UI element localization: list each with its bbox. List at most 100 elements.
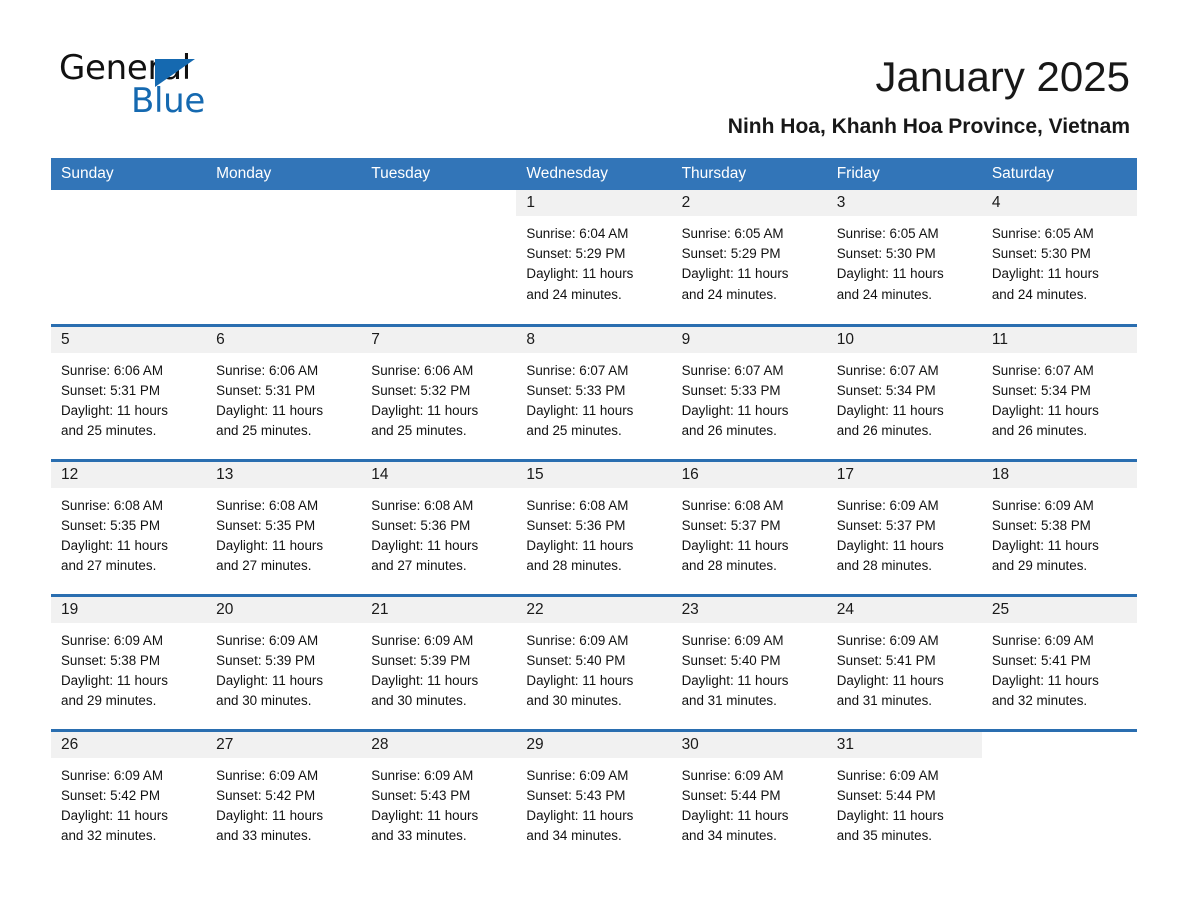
calendar-day-cell[interactable]: 21 Sunrise: 6:09 AM Sunset: 5:39 PM Dayligh…: [361, 593, 517, 730]
calendar-day-cell[interactable]: [51, 190, 206, 325]
calendar-day-cell[interactable]: [361, 190, 516, 325]
day-number: 5: [51, 326, 207, 353]
day-sun-info: Sunrise: 6:06 AM Sunset: 5:32 PM Daylight:…: [361, 353, 516, 442]
day-info-sunrise: Sunrise: 6:09 AM: [216, 767, 319, 783]
calendar-day-cell[interactable]: 10 Sunrise: 6:07 AM Sunset: 5:34 PM Dayligh…: [826, 323, 982, 460]
day-info-daylight-line2: and 34 minutes.: [526, 828, 622, 844]
day-cell-content: 15 Sunrise: 6:08 AM Sunset: 5:36 PM Dayligh…: [516, 461, 672, 594]
day-sun-info: Sunrise: 6:08 AM Sunset: 5:36 PM Daylight:…: [361, 488, 516, 577]
day-info-daylight-line2: and 28 minutes.: [681, 558, 777, 574]
calendar-day-cell[interactable]: 3 Sunrise: 6:05 AM Sunset: 5:30 PM Daylight…: [826, 190, 982, 325]
calendar-day-cell[interactable]: 30 Sunrise: 6:09 AM Sunset: 5:44 PM Dayligh…: [671, 728, 827, 865]
calendar-day-cell[interactable]: 22 Sunrise: 6:09 AM Sunset: 5:40 PM Dayligh…: [516, 593, 672, 730]
calendar-day-cell[interactable]: 11 Sunrise: 6:07 AM Sunset: 5:34 PM Dayligh…: [981, 323, 1137, 460]
day-sun-info: Sunrise: 6:07 AM Sunset: 5:33 PM Daylight:…: [516, 353, 671, 442]
calendar-day-cell[interactable]: 14 Sunrise: 6:08 AM Sunset: 5:36 PM Dayligh…: [361, 458, 517, 595]
calendar-day-cell[interactable]: 5 Sunrise: 6:06 AM Sunset: 5:31 PM Daylight…: [51, 323, 207, 460]
weekday-header-friday: Friday: [826, 158, 982, 190]
day-number: 21: [361, 596, 517, 623]
day-info-sunrise: Sunrise: 6:09 AM: [526, 632, 629, 648]
day-info-sunrise: Sunrise: 6:09 AM: [216, 632, 319, 648]
day-info-sunrise: Sunrise: 6:09 AM: [681, 632, 784, 648]
calendar-day-cell[interactable]: 9 Sunrise: 6:07 AM Sunset: 5:33 PM Daylight…: [671, 323, 827, 460]
day-info-sunrise: Sunrise: 6:09 AM: [681, 767, 784, 783]
day-info-sunset: Sunset: 5:42 PM: [61, 787, 160, 803]
day-sun-info: Sunrise: 6:09 AM Sunset: 5:43 PM Daylight:…: [361, 758, 516, 847]
day-info-sunrise: Sunrise: 6:06 AM: [371, 362, 474, 378]
calendar-day-cell[interactable]: 12 Sunrise: 6:08 AM Sunset: 5:35 PM Dayligh…: [51, 458, 207, 595]
calendar-day-cell[interactable]: 18 Sunrise: 6:09 AM Sunset: 5:38 PM Dayligh…: [981, 458, 1137, 595]
day-number: 30: [671, 731, 827, 758]
day-info-sunset: Sunset: 5:32 PM: [371, 382, 471, 398]
calendar-day-cell[interactable]: 23 Sunrise: 6:09 AM Sunset: 5:40 PM Dayligh…: [671, 593, 827, 730]
day-info-daylight-line1: Daylight: 11 hours: [991, 402, 1099, 418]
calendar-day-cell[interactable]: 28 Sunrise: 6:09 AM Sunset: 5:43 PM Dayligh…: [361, 728, 517, 865]
day-cell-content: 23 Sunrise: 6:09 AM Sunset: 5:40 PM Dayligh…: [671, 596, 827, 729]
day-sun-info: Sunrise: 6:08 AM Sunset: 5:35 PM Daylight:…: [51, 488, 206, 577]
day-cell-content: 12 Sunrise: 6:08 AM Sunset: 5:35 PM Dayligh…: [51, 461, 207, 594]
page-title: January 2025: [875, 53, 1130, 100]
day-cell-content: 30 Sunrise: 6:09 AM Sunset: 5:44 PM Dayligh…: [671, 731, 827, 864]
day-cell-content: 14 Sunrise: 6:08 AM Sunset: 5:36 PM Dayligh…: [361, 461, 517, 594]
day-info-daylight-line1: Daylight: 11 hours: [836, 672, 944, 688]
day-info-daylight-line2: and 33 minutes.: [371, 828, 467, 844]
day-number: 13: [206, 461, 362, 488]
logo-text-blue: Blue: [131, 81, 206, 121]
day-info-daylight-line2: and 24 minutes.: [836, 286, 932, 302]
day-info-sunrise: Sunrise: 6:09 AM: [371, 632, 474, 648]
day-info-daylight-line2: and 31 minutes.: [681, 693, 777, 709]
calendar-day-cell[interactable]: 8 Sunrise: 6:07 AM Sunset: 5:33 PM Daylight…: [516, 323, 672, 460]
calendar-day-cell[interactable]: [206, 190, 361, 325]
day-sun-info: Sunrise: 6:08 AM Sunset: 5:37 PM Daylight:…: [672, 488, 827, 577]
day-info-sunrise: Sunrise: 6:08 AM: [216, 497, 319, 513]
calendar-day-cell[interactable]: 7 Sunrise: 6:06 AM Sunset: 5:32 PM Daylight…: [361, 323, 517, 460]
day-info-sunset: Sunset: 5:31 PM: [61, 382, 160, 398]
calendar-day-cell[interactable]: 24 Sunrise: 6:09 AM Sunset: 5:41 PM Dayligh…: [826, 593, 982, 730]
day-info-sunset: Sunset: 5:43 PM: [371, 787, 471, 803]
calendar-day-cell[interactable]: 19 Sunrise: 6:09 AM Sunset: 5:38 PM Dayligh…: [51, 593, 207, 730]
calendar-header-row: Sunday Monday Tuesday Wednesday Thursday…: [51, 158, 1137, 190]
calendar-day-cell[interactable]: [981, 728, 1137, 865]
calendar-day-cell[interactable]: 2 Sunrise: 6:05 AM Sunset: 5:29 PM Daylight…: [671, 190, 827, 325]
day-cell-content: [982, 732, 1137, 864]
day-cell-content: 17 Sunrise: 6:09 AM Sunset: 5:37 PM Dayligh…: [826, 461, 982, 594]
calendar-day-cell[interactable]: 31 Sunrise: 6:09 AM Sunset: 5:44 PM Dayligh…: [826, 728, 982, 865]
page-header: General Blue January 2025 Ninh Hoa, Khan…: [0, 0, 1188, 138]
calendar-week-row: 5 Sunrise: 6:06 AM Sunset: 5:31 PM Daylight…: [51, 323, 1137, 460]
day-cell-content: 29 Sunrise: 6:09 AM Sunset: 5:43 PM Dayligh…: [516, 731, 672, 864]
generalblue-logo[interactable]: General Blue: [59, 48, 299, 121]
day-info-daylight-line1: Daylight: 11 hours: [681, 537, 789, 553]
calendar-day-cell[interactable]: 15 Sunrise: 6:08 AM Sunset: 5:36 PM Dayligh…: [516, 458, 672, 595]
calendar-day-cell[interactable]: 25 Sunrise: 6:09 AM Sunset: 5:41 PM Dayligh…: [981, 593, 1137, 730]
day-sun-info: Sunrise: 6:07 AM Sunset: 5:33 PM Daylight:…: [672, 353, 827, 442]
day-info-daylight-line2: and 28 minutes.: [526, 558, 622, 574]
calendar-day-cell[interactable]: 17 Sunrise: 6:09 AM Sunset: 5:37 PM Dayligh…: [826, 458, 982, 595]
day-number: [982, 732, 1137, 758]
day-info-sunset: Sunset: 5:30 PM: [836, 246, 936, 262]
day-info-sunrise: Sunrise: 6:05 AM: [836, 226, 939, 241]
day-info-sunset: Sunset: 5:36 PM: [371, 517, 471, 533]
day-info-sunrise: Sunrise: 6:09 AM: [991, 632, 1094, 648]
calendar-day-cell[interactable]: 6 Sunrise: 6:06 AM Sunset: 5:31 PM Daylight…: [206, 323, 362, 460]
calendar-day-cell[interactable]: 16 Sunrise: 6:08 AM Sunset: 5:37 PM Dayligh…: [671, 458, 827, 595]
day-info-sunset: Sunset: 5:29 PM: [681, 246, 781, 262]
calendar-day-cell[interactable]: 4 Sunrise: 6:05 AM Sunset: 5:30 PM Daylight…: [981, 190, 1137, 325]
day-cell-content: 26 Sunrise: 6:09 AM Sunset: 5:42 PM Dayligh…: [51, 731, 207, 864]
calendar-day-cell[interactable]: 20 Sunrise: 6:09 AM Sunset: 5:39 PM Dayligh…: [206, 593, 362, 730]
day-info-daylight-line1: Daylight: 11 hours: [216, 402, 324, 418]
day-sun-info: Sunrise: 6:09 AM Sunset: 5:44 PM Daylight:…: [827, 758, 982, 847]
day-info-daylight-line2: and 27 minutes.: [61, 558, 157, 574]
day-info-daylight-line1: Daylight: 11 hours: [526, 537, 634, 553]
day-info-daylight-line2: and 24 minutes.: [526, 286, 622, 302]
day-info-sunset: Sunset: 5:44 PM: [681, 787, 781, 803]
day-info-daylight-line1: Daylight: 11 hours: [681, 807, 789, 823]
calendar-day-cell[interactable]: 27 Sunrise: 6:09 AM Sunset: 5:42 PM Dayligh…: [206, 728, 362, 865]
day-info-daylight-line1: Daylight: 11 hours: [216, 807, 324, 823]
day-info-sunrise: Sunrise: 6:09 AM: [61, 767, 163, 783]
calendar-day-cell[interactable]: 26 Sunrise: 6:09 AM Sunset: 5:42 PM Dayligh…: [51, 728, 207, 865]
day-sun-info: Sunrise: 6:05 AM Sunset: 5:30 PM Daylight:…: [827, 216, 982, 305]
calendar-day-cell[interactable]: 1 Sunrise: 6:04 AM Sunset: 5:29 PM Daylight…: [516, 190, 672, 325]
calendar-day-cell[interactable]: 29 Sunrise: 6:09 AM Sunset: 5:43 PM Dayligh…: [516, 728, 672, 865]
calendar-day-cell[interactable]: 13 Sunrise: 6:08 AM Sunset: 5:35 PM Dayligh…: [206, 458, 362, 595]
day-info-daylight-line1: Daylight: 11 hours: [216, 537, 324, 553]
